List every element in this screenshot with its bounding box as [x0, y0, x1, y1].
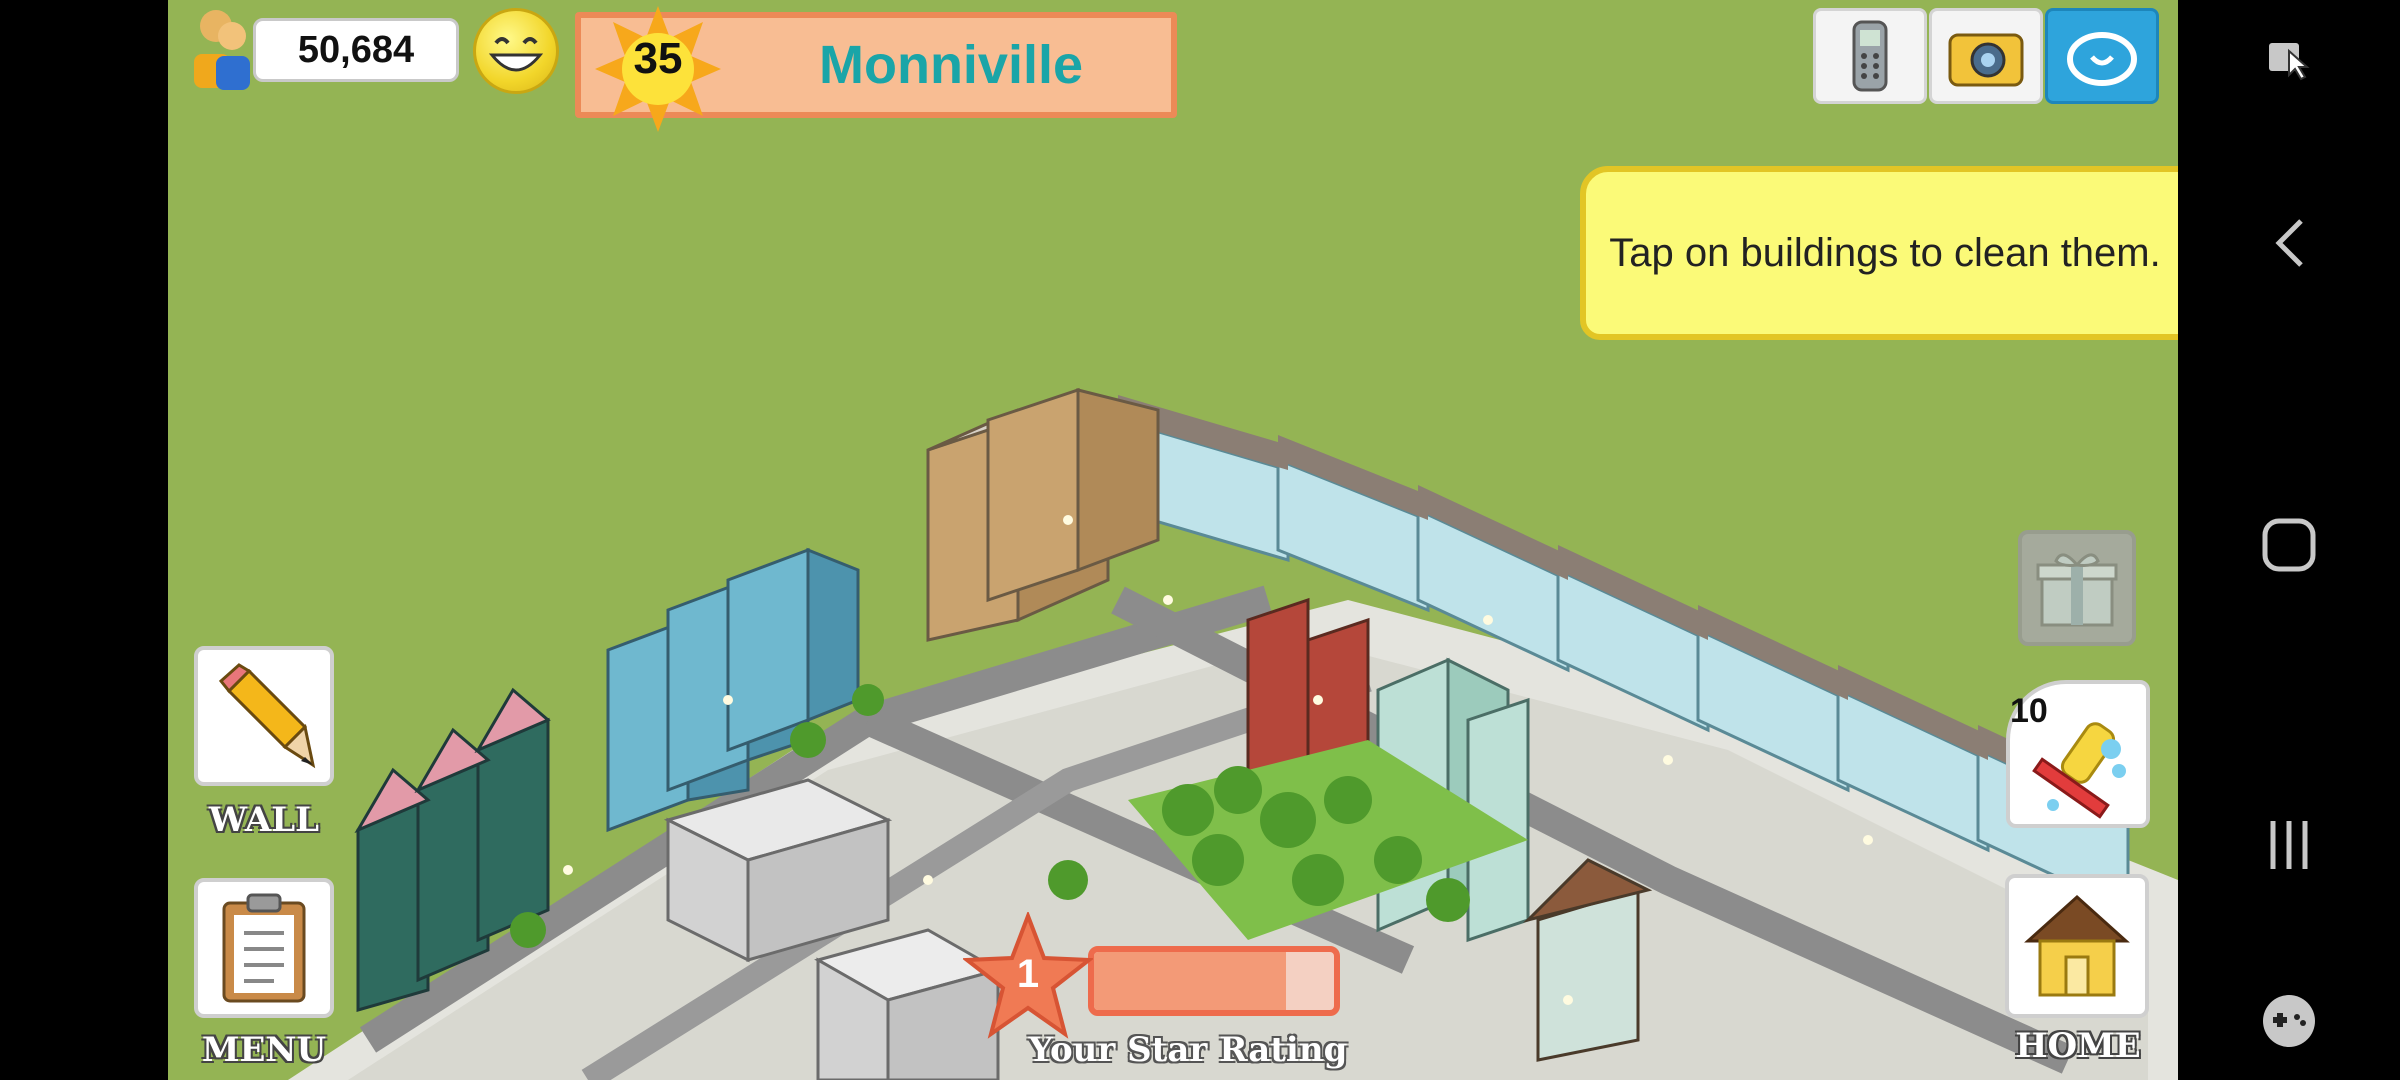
- gift-icon: [2036, 553, 2118, 627]
- city-name: Monniville: [818, 35, 1083, 95]
- back-button[interactable]: [2178, 198, 2400, 288]
- population-icon: [194, 10, 250, 90]
- happiness-smiley-icon[interactable]: [473, 8, 559, 94]
- star-rating-bar[interactable]: [1088, 946, 1340, 1016]
- clipboard-icon: [222, 893, 306, 1003]
- camera-icon: [1948, 33, 2024, 87]
- phone-button[interactable]: [1813, 8, 1927, 104]
- home-button[interactable]: [2005, 874, 2149, 1018]
- game-tools-button[interactable]: [2178, 976, 2400, 1066]
- home-nav-icon: [2262, 518, 2316, 572]
- star-rating-label: Your Star Rating: [1028, 1030, 1348, 1070]
- hint-text: Tap on buildings to clean them.: [1609, 230, 2161, 275]
- phone-icon: [1852, 20, 1888, 92]
- hint-tooltip: Tap on buildings to clean them.: [1580, 166, 2178, 340]
- menu-label: MENU: [201, 1030, 327, 1070]
- city-map[interactable]: [168, 0, 2178, 1080]
- home-label: HOME: [2015, 1026, 2141, 1066]
- home-nav-button[interactable]: [2178, 500, 2400, 590]
- population-value: 50,684: [297, 28, 415, 71]
- system-navigation-bar: [2178, 0, 2400, 1080]
- gift-button[interactable]: [2018, 530, 2136, 646]
- game-tools-icon: [2263, 995, 2315, 1047]
- wall-button[interactable]: [194, 646, 334, 786]
- back-icon: [2275, 219, 2303, 267]
- game-viewport[interactable]: 50,684 Monniville 35 Tap on buildings to…: [168, 0, 2178, 1080]
- screenshot-button[interactable]: [2178, 10, 2400, 100]
- star-rating-progress: [1094, 952, 1286, 1010]
- recents-button[interactable]: [2178, 800, 2400, 890]
- screenshot-icon: [2269, 43, 2310, 81]
- clean-count: 10: [2010, 692, 2048, 730]
- level-number: 35: [633, 34, 683, 83]
- menu-button[interactable]: [194, 878, 334, 1018]
- share-icon: [2067, 32, 2137, 86]
- house-icon: [2024, 894, 2130, 997]
- population-counter: 50,684: [253, 18, 459, 82]
- recents-icon: [2270, 821, 2308, 869]
- share-button[interactable]: [2045, 8, 2159, 104]
- wall-label: WALL: [208, 800, 320, 840]
- pencil-icon: [218, 663, 316, 769]
- star-rating-value: 1: [1016, 952, 1040, 996]
- camera-button[interactable]: [1929, 8, 2043, 104]
